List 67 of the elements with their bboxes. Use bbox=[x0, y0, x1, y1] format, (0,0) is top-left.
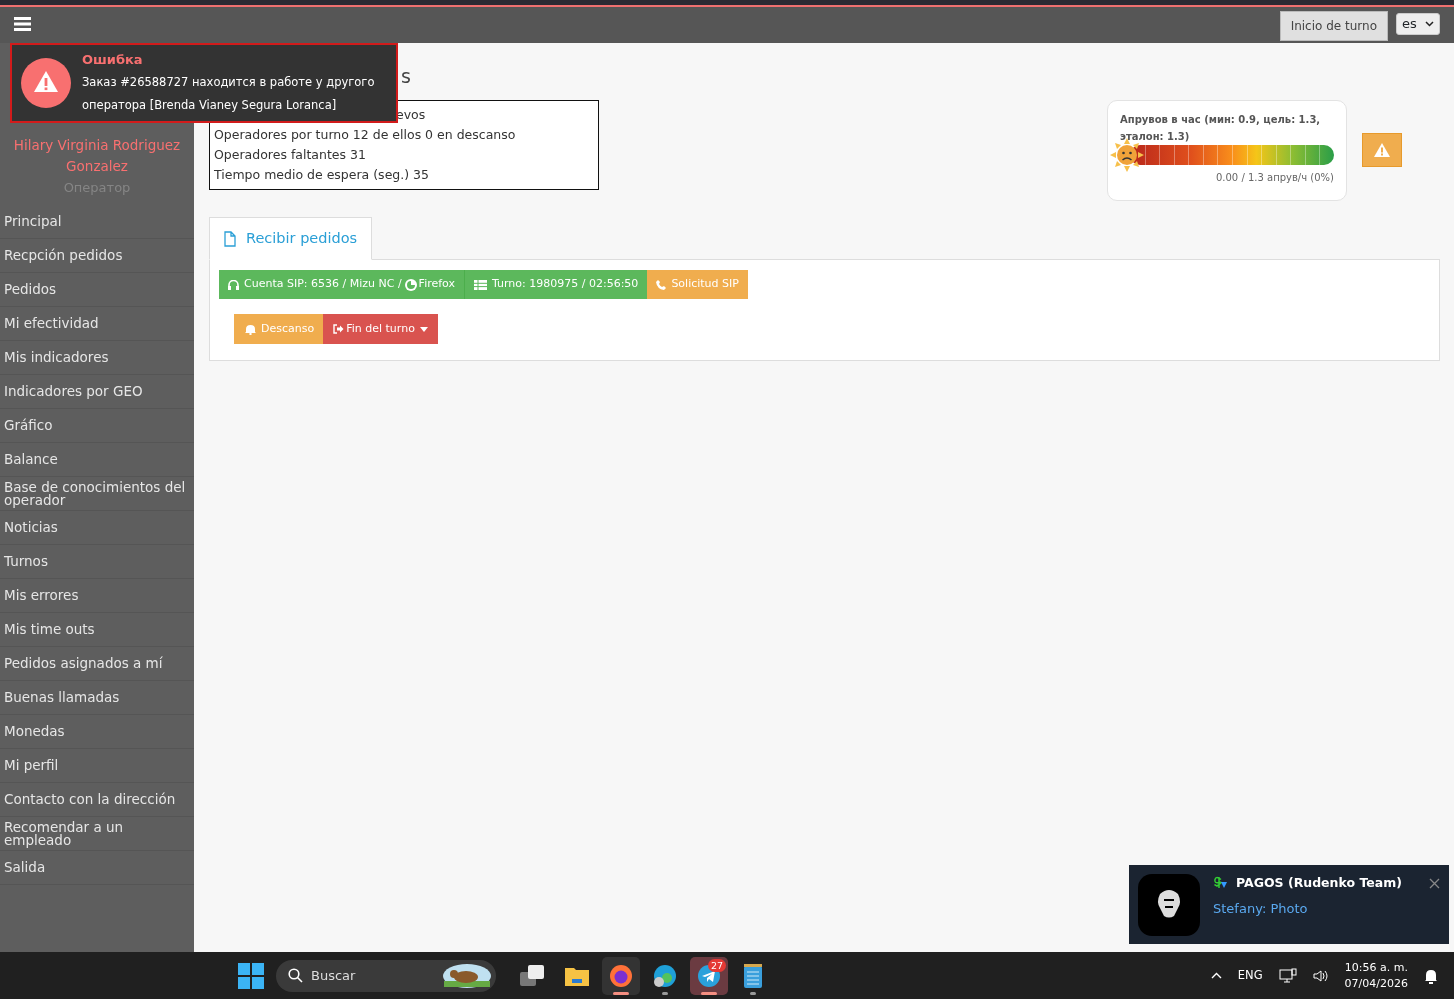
start-icon[interactable] bbox=[238, 962, 264, 989]
clock-time[interactable]: 10:56 a. m. bbox=[1344, 959, 1408, 976]
network-icon[interactable] bbox=[1278, 967, 1297, 984]
shift-start-button[interactable]: Inicio de turno bbox=[1279, 11, 1388, 41]
headset-icon bbox=[228, 279, 239, 290]
close-icon[interactable] bbox=[1429, 877, 1440, 889]
sidebar-item[interactable]: Mis time outs bbox=[4, 623, 95, 636]
sidebar-item[interactable]: Salida bbox=[4, 861, 46, 874]
folder-icon bbox=[565, 965, 589, 986]
sidebar-item[interactable]: Indicadores por GEO bbox=[4, 385, 143, 398]
phone-icon bbox=[656, 279, 667, 290]
toast-title: Ошибка bbox=[82, 51, 144, 69]
menu-icon[interactable] bbox=[14, 17, 31, 31]
info-line: Operadores faltantes 31 bbox=[214, 147, 366, 162]
sidebar-item[interactable]: Buenas llamadas bbox=[4, 691, 120, 704]
tab[interactable]: Recibir pedidos bbox=[209, 217, 373, 260]
search-field[interactable]: Buscar bbox=[276, 959, 496, 992]
unread-badge: 27 bbox=[707, 958, 726, 972]
edge-icon bbox=[653, 963, 677, 988]
warning-icon bbox=[21, 58, 71, 108]
notification-bell-icon[interactable] bbox=[1424, 967, 1438, 984]
user-name: Hilary Virginia Rodriguez Gonzalez bbox=[12, 136, 182, 176]
sidebar-item[interactable]: Monedas bbox=[4, 725, 65, 738]
sidebar-item[interactable]: Base de conocimientos del operador bbox=[4, 480, 190, 507]
toast-message: Заказ #26588727 находится в работе у другого оператора [Brenda Vianey Segura Loranca] bbox=[82, 74, 376, 114]
sidebar-item[interactable]: Recpción pedidos bbox=[4, 249, 123, 262]
firefox-taskbar-button[interactable] bbox=[602, 956, 640, 995]
sidebar-item[interactable]: Mis errores bbox=[4, 589, 79, 602]
sidebar-item[interactable]: Turnos bbox=[4, 555, 48, 568]
chat-notification[interactable]: PAGOS (Rudenko Team) Stefany: Photo bbox=[1129, 865, 1449, 944]
sidebar-item[interactable]: Mis indicadores bbox=[4, 351, 109, 364]
keyboard-language[interactable]: ENG bbox=[1237, 966, 1263, 985]
search-icon bbox=[288, 968, 303, 983]
volume-icon[interactable] bbox=[1312, 968, 1329, 983]
end-shift-button[interactable]: Fin del turno bbox=[323, 314, 438, 344]
sidebar-item[interactable]: Principal bbox=[4, 215, 62, 228]
document-icon bbox=[224, 230, 236, 247]
meter-reading: 0.00 / 1.3 апрув/ч (0%) bbox=[1214, 171, 1334, 185]
warning-icon bbox=[1374, 143, 1390, 157]
chat-message: Stefany: Photo bbox=[1213, 899, 1309, 918]
language-select[interactable]: es bbox=[1396, 13, 1440, 35]
sidebar-item[interactable]: Gráfico bbox=[4, 419, 53, 432]
meter-title: Апрувов в час (мин: 0.9, цель: 1.3, эталон: 1.3) bbox=[1120, 113, 1322, 144]
telegram-taskbar-button[interactable]: 27 bbox=[690, 956, 728, 995]
sidebar-item[interactable]: Noticias bbox=[4, 521, 58, 534]
sidebar-item[interactable]: Mi perfil bbox=[4, 759, 59, 772]
notepad-icon bbox=[743, 963, 763, 988]
money-icon bbox=[1213, 876, 1228, 891]
info-line: Tiempo medio de espera (seg.) 35 bbox=[214, 167, 429, 182]
page-title: s bbox=[401, 65, 411, 87]
info-line: Operadores por turno 12 de ellos 0 en descanso bbox=[214, 127, 516, 142]
list-icon bbox=[474, 279, 487, 290]
sidebar-item[interactable]: Recomendar a un empleado bbox=[4, 820, 190, 847]
chevron-up-icon[interactable] bbox=[1210, 972, 1222, 979]
sidebar-item[interactable]: Pedidos asignados a mí bbox=[4, 657, 163, 670]
caret-icon bbox=[1424, 21, 1434, 27]
sidebar-item[interactable]: Balance bbox=[4, 453, 58, 466]
sign-out-icon bbox=[333, 324, 345, 334]
windows-icon bbox=[520, 964, 546, 987]
chat-title: PAGOS (Rudenko Team) bbox=[1236, 874, 1402, 892]
sidebar-item[interactable]: Contacto con la dirección bbox=[4, 793, 176, 806]
clock-date[interactable]: 07/04/2026 bbox=[1344, 975, 1408, 992]
caret-icon bbox=[419, 326, 428, 332]
sidebar-item[interactable]: Mi efectividad bbox=[4, 317, 99, 330]
sidebar-item[interactable]: Pedidos bbox=[4, 283, 57, 296]
bell-icon bbox=[245, 323, 256, 335]
beaver-icon bbox=[442, 962, 492, 989]
